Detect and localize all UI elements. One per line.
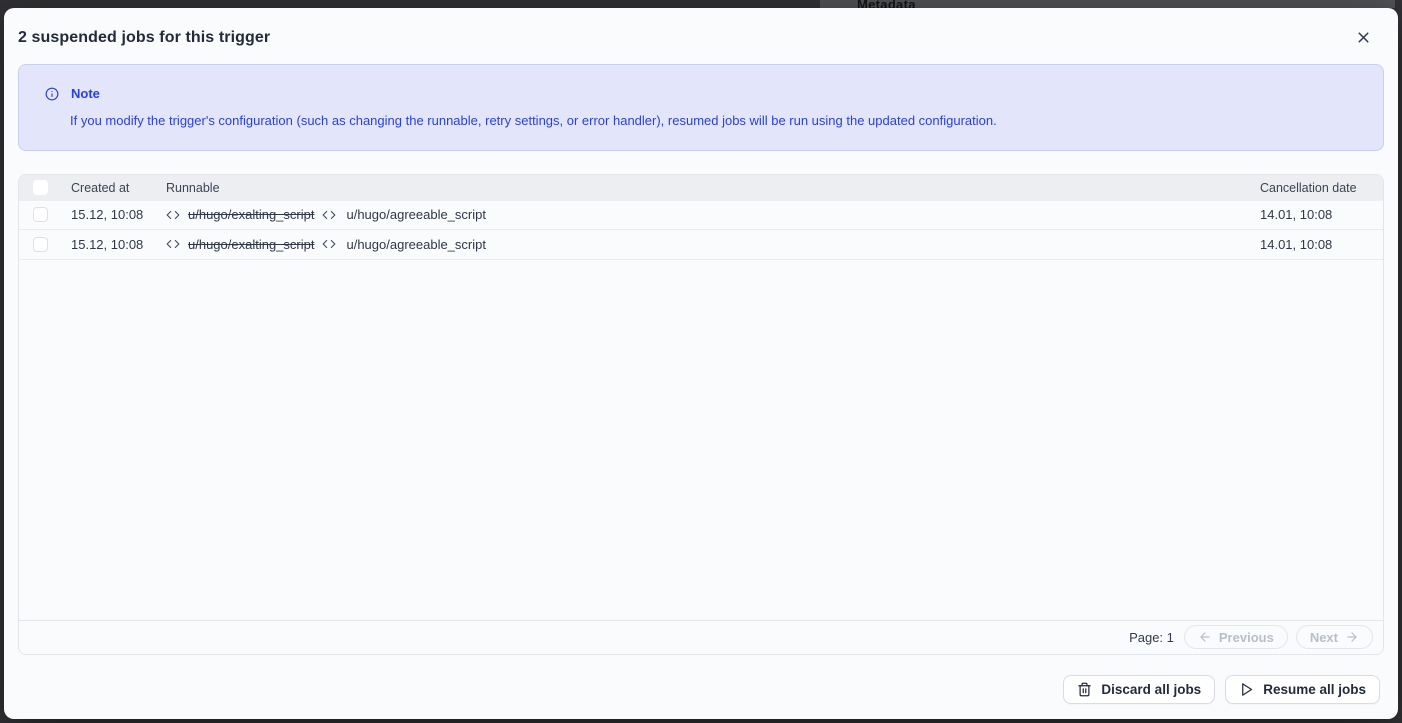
- modal-actions: Discard all jobs Resume all jobs: [22, 675, 1380, 704]
- modal-title: 2 suspended jobs for this trigger: [18, 29, 270, 47]
- code-icon: [322, 208, 336, 222]
- play-icon: [1239, 682, 1254, 697]
- runnable-old-path: u/hugo/exalting_script: [188, 207, 314, 222]
- note-title-row: Note: [45, 86, 1357, 101]
- discard-all-jobs-button[interactable]: Discard all jobs: [1063, 675, 1215, 704]
- created-at-cell: 15.12, 10:08: [71, 207, 166, 222]
- row-checkbox-cell: [19, 207, 71, 222]
- runnable-cell: u/hugo/exalting_script u/hugo/agreeable_…: [166, 237, 1260, 252]
- runnable-cell: u/hugo/exalting_script u/hugo/agreeable_…: [166, 207, 1260, 222]
- close-icon: [1355, 29, 1372, 46]
- discard-all-jobs-label: Discard all jobs: [1101, 682, 1201, 697]
- arrow-left-icon: [1198, 630, 1212, 644]
- suspended-jobs-modal: 2 suspended jobs for this trigger Note I…: [4, 8, 1398, 719]
- table-row: 15.12, 10:08 u/hugo/exalting_script u/hu…: [19, 230, 1383, 260]
- select-all-checkbox[interactable]: [33, 180, 48, 195]
- row-checkbox-cell: [19, 237, 71, 252]
- trash-icon: [1077, 682, 1092, 697]
- previous-page-label: Previous: [1219, 630, 1274, 645]
- created-at-cell: 15.12, 10:08: [71, 237, 166, 252]
- resume-all-jobs-button[interactable]: Resume all jobs: [1225, 675, 1380, 704]
- table-row: 15.12, 10:08 u/hugo/exalting_script u/hu…: [19, 201, 1383, 231]
- table-body: 15.12, 10:08 u/hugo/exalting_script u/hu…: [19, 201, 1383, 260]
- suspended-jobs-table: Created at Runnable Cancellation date 15…: [18, 174, 1384, 655]
- column-header-created-at: Created at: [71, 181, 166, 195]
- close-button[interactable]: [1351, 25, 1376, 50]
- table-empty-area: [19, 260, 1383, 620]
- next-page-button[interactable]: Next: [1296, 625, 1373, 649]
- arrow-right-icon: [1345, 630, 1359, 644]
- page-indicator: Page: 1: [1129, 630, 1174, 645]
- runnable-old-path: u/hugo/exalting_script: [188, 237, 314, 252]
- header-checkbox-cell: [19, 180, 71, 195]
- next-page-label: Next: [1310, 630, 1338, 645]
- column-header-cancellation-date: Cancellation date: [1260, 181, 1383, 195]
- row-checkbox[interactable]: [33, 207, 48, 222]
- code-icon: [166, 237, 180, 251]
- code-icon: [322, 237, 336, 251]
- background-partial-heading: Metadata: [857, 0, 916, 8]
- note-body: If you modify the trigger's configuratio…: [70, 112, 1357, 130]
- dimmed-page-background: Metadata: [0, 0, 1402, 8]
- row-checkbox[interactable]: [33, 237, 48, 252]
- modal-header: 2 suspended jobs for this trigger: [4, 8, 1398, 64]
- table-header-row: Created at Runnable Cancellation date: [19, 175, 1383, 201]
- cancellation-date-cell: 14.01, 10:08: [1260, 237, 1383, 252]
- column-header-runnable: Runnable: [166, 181, 1260, 195]
- previous-page-button[interactable]: Previous: [1184, 625, 1288, 649]
- code-icon: [166, 208, 180, 222]
- runnable-new-path: u/hugo/agreeable_script: [346, 237, 486, 252]
- note-title: Note: [71, 86, 100, 101]
- cancellation-date-cell: 14.01, 10:08: [1260, 207, 1383, 222]
- resume-all-jobs-label: Resume all jobs: [1263, 682, 1366, 697]
- runnable-new-path: u/hugo/agreeable_script: [346, 207, 486, 222]
- pagination-bar: Page: 1 Previous Next: [19, 620, 1383, 654]
- note-banner: Note If you modify the trigger's configu…: [18, 64, 1384, 151]
- info-icon: [45, 87, 59, 101]
